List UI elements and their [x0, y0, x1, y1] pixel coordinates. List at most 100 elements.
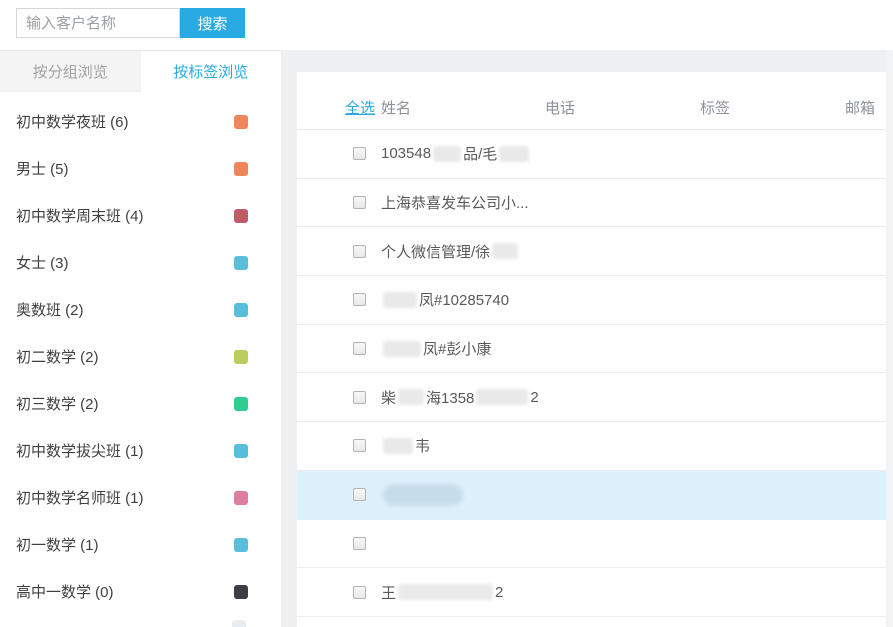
- contacts-panel: 全选 姓名 电话 标签 邮箱 103548 品/毛 上海恭喜发车公司小... 个人…: [297, 72, 886, 627]
- checkbox-cell: [297, 439, 381, 452]
- row-checkbox[interactable]: [353, 342, 366, 355]
- contact-name: 上海恭喜发车公司小...: [381, 192, 886, 213]
- tag-color-swatch: [234, 350, 248, 364]
- redacted-text: [383, 292, 417, 308]
- contact-name: 个人微信管理/徐: [381, 241, 886, 262]
- redacted-text: [398, 389, 424, 405]
- row-checkbox[interactable]: [353, 488, 366, 501]
- redacted-text: [383, 341, 421, 357]
- row-checkbox[interactable]: [353, 196, 366, 209]
- tag-list-item[interactable]: 女士 (3): [0, 239, 281, 286]
- tag-color-swatch: [234, 162, 248, 176]
- search-button[interactable]: 搜索: [180, 8, 245, 38]
- checkbox-cell: [297, 342, 381, 355]
- tag-label: 初一数学 (1): [16, 534, 234, 555]
- tag-list: 初中数学夜班 (6) 男士 (5) 初中数学周末班 (4) 女士 (3) 奥数班…: [0, 92, 281, 615]
- row-checkbox[interactable]: [353, 293, 366, 306]
- table-row[interactable]: [297, 520, 886, 569]
- column-header-phone: 电话: [545, 97, 700, 118]
- sidebar: 按分组浏览 按标签浏览 初中数学夜班 (6) 男士 (5) 初中数学周末班 (4…: [0, 50, 281, 627]
- name-text: 韦: [415, 435, 430, 456]
- page-scrollbar[interactable]: [886, 50, 893, 627]
- name-text: 凤#彭小康: [423, 338, 491, 359]
- tag-label: 初中数学夜班 (6): [16, 111, 234, 132]
- tag-list-item[interactable]: 高中一数学 (0): [0, 568, 281, 615]
- tag-color-swatch: [234, 115, 248, 129]
- table-row[interactable]: 个人微信管理/徐: [297, 227, 886, 276]
- tag-label: 初中数学名师班 (1): [16, 487, 234, 508]
- tag-list-item[interactable]: 初三数学 (2): [0, 380, 281, 427]
- checkbox-cell: [297, 586, 381, 599]
- top-search-bar: 搜索: [0, 0, 893, 50]
- table-row[interactable]: 103548 品/毛: [297, 130, 886, 179]
- redacted-text: [492, 243, 518, 259]
- table-header: 全选 姓名 电话 标签 邮箱: [297, 72, 886, 130]
- table-body: 103548 品/毛 上海恭喜发车公司小... 个人微信管理/徐 凤#102857…: [297, 130, 886, 627]
- name-text: 个人微信管理/徐: [381, 241, 490, 262]
- tag-list-item[interactable]: 初中数学拔尖班 (1): [0, 427, 281, 474]
- table-row[interactable]: 凤#10285740: [297, 276, 886, 325]
- contact-name: [381, 484, 886, 506]
- checkbox-cell: [297, 147, 381, 160]
- checkbox-cell: [297, 245, 381, 258]
- checkbox-cell: [297, 293, 381, 306]
- row-checkbox[interactable]: [353, 537, 366, 550]
- row-checkbox[interactable]: [353, 439, 366, 452]
- tag-list-item[interactable]: 初二数学 (2): [0, 333, 281, 380]
- select-all-link[interactable]: 全选: [297, 97, 381, 118]
- name-text: 2: [495, 584, 503, 601]
- tag-color-swatch: [234, 444, 248, 458]
- table-row[interactable]: 柴海13582: [297, 373, 886, 422]
- tag-color-swatch: [234, 585, 248, 599]
- row-checkbox[interactable]: [353, 391, 366, 404]
- tag-list-item[interactable]: 初中数学周末班 (4): [0, 192, 281, 239]
- checkbox-cell: [297, 488, 381, 501]
- redacted-text: [499, 146, 529, 162]
- name-text: 凤#10285740: [419, 289, 509, 310]
- name-text: 103548: [381, 145, 431, 162]
- name-text: 上海恭喜发车公司小...: [381, 192, 529, 213]
- table-row[interactable]: 王2: [297, 568, 886, 617]
- tag-color-swatch: [234, 538, 248, 552]
- contact-name: 103548 品/毛: [381, 143, 886, 164]
- column-header-email: 邮箱: [845, 97, 886, 118]
- tag-color-swatch: [234, 303, 248, 317]
- row-checkbox[interactable]: [353, 245, 366, 258]
- tag-label: 初三数学 (2): [16, 393, 234, 414]
- tag-list-item[interactable]: 初中数学名师班 (1): [0, 474, 281, 521]
- tag-label: 初中数学周末班 (4): [16, 205, 234, 226]
- tag-label: 高中一数学 (0): [16, 581, 234, 602]
- row-checkbox[interactable]: [353, 586, 366, 599]
- redacted-text: [398, 584, 493, 600]
- tag-list-item[interactable]: 奥数班 (2): [0, 286, 281, 333]
- tag-label: 女士 (3): [16, 252, 234, 273]
- table-row[interactable]: [297, 471, 886, 520]
- tag-list-item[interactable]: 初中数学夜班 (6): [0, 98, 281, 145]
- table-row[interactable]: 韦: [297, 422, 886, 471]
- search-input[interactable]: [16, 8, 180, 38]
- tag-label: 初二数学 (2): [16, 346, 234, 367]
- tag-list-item[interactable]: 初一数学 (1): [0, 521, 281, 568]
- tag-list-item[interactable]: 男士 (5): [0, 145, 281, 192]
- redacted-text: [476, 389, 528, 405]
- sidebar-tabs: 按分组浏览 按标签浏览: [0, 50, 281, 92]
- redacted-text: [383, 484, 463, 506]
- tag-color-swatch: [234, 209, 248, 223]
- tag-label: 初中数学拔尖班 (1): [16, 440, 234, 461]
- tag-swatch-partial: [232, 620, 246, 627]
- table-row[interactable]: 凤#彭小康: [297, 325, 886, 374]
- name-text: 品/毛: [463, 143, 497, 164]
- table-row[interactable]: 上海恭喜发车公司小...: [297, 179, 886, 228]
- name-text: 王: [381, 582, 396, 603]
- table-row[interactable]: [297, 617, 886, 627]
- row-checkbox[interactable]: [353, 147, 366, 160]
- column-header-tag: 标签: [700, 97, 845, 118]
- redacted-text: [433, 146, 461, 162]
- contact-name: 凤#彭小康: [381, 338, 886, 359]
- tag-color-swatch: [234, 397, 248, 411]
- contact-name: 柴海13582: [381, 387, 886, 408]
- name-text: 海1358: [426, 387, 474, 408]
- redacted-text: [383, 438, 413, 454]
- tab-browse-by-tag[interactable]: 按标签浏览: [141, 51, 282, 92]
- tab-browse-by-group[interactable]: 按分组浏览: [0, 51, 141, 92]
